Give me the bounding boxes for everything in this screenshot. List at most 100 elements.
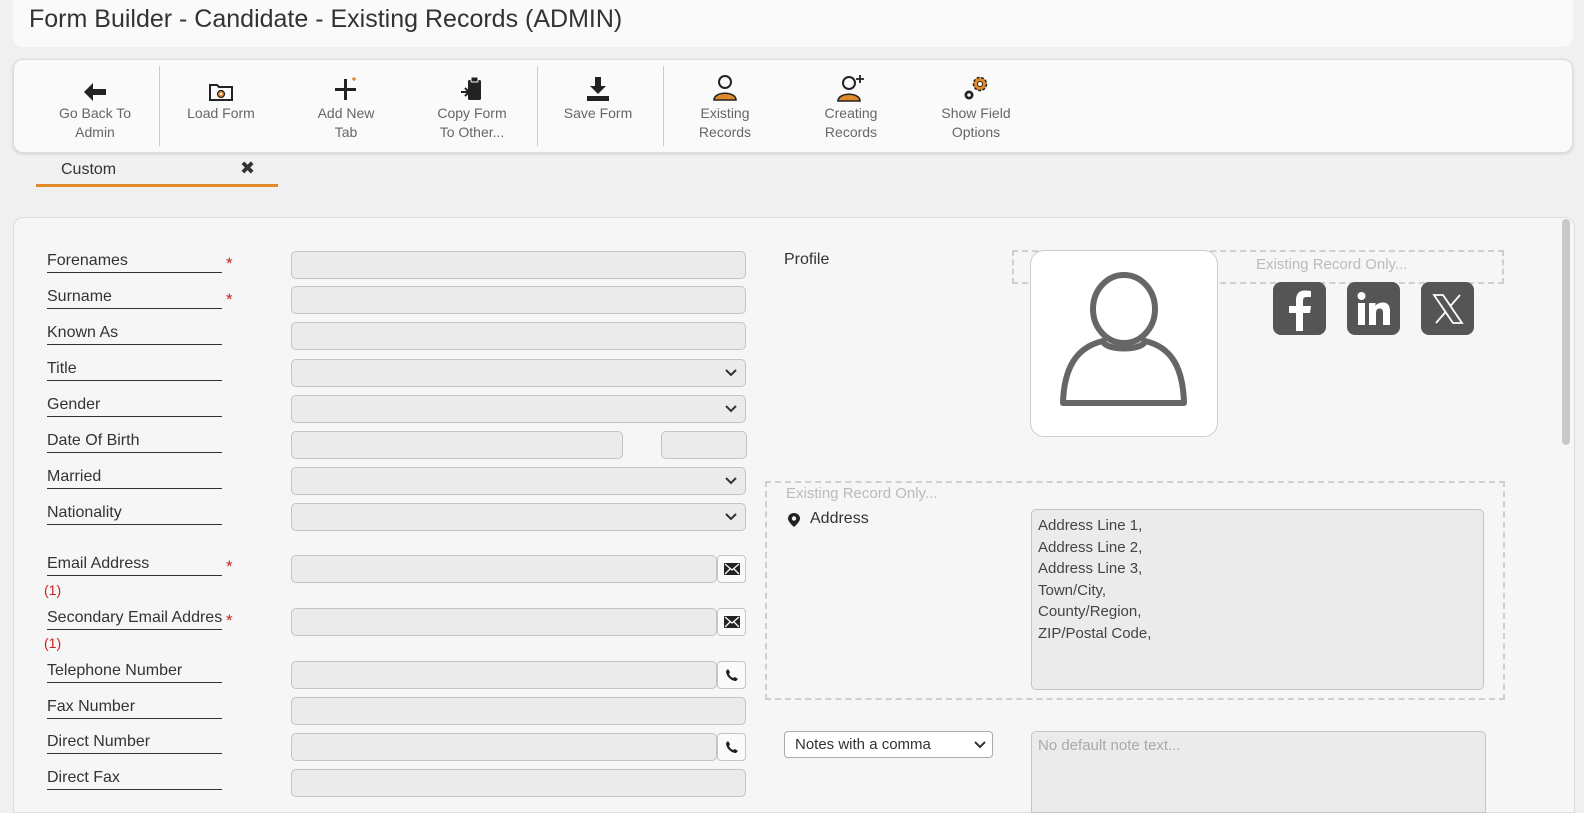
go-back-label-2: Admin bbox=[75, 124, 115, 140]
user-silhouette-icon bbox=[1060, 272, 1187, 406]
field-label-email: Email Address bbox=[47, 555, 222, 576]
chevron-down-icon bbox=[725, 513, 737, 521]
field-label-surname: Surname bbox=[47, 288, 222, 309]
notes-placeholder: No default note text... bbox=[1038, 737, 1181, 754]
tab-custom[interactable]: Custom ✖ bbox=[36, 157, 278, 187]
known-as-input[interactable] bbox=[291, 322, 746, 350]
profile-label: Profile bbox=[784, 251, 830, 268]
required-marker: * bbox=[226, 611, 233, 630]
copy-form-label-2: To Other... bbox=[439, 124, 505, 140]
secondary-email-button[interactable] bbox=[717, 608, 746, 636]
notes-textarea[interactable]: No default note text... bbox=[1031, 731, 1486, 813]
add-tab-label-1: Add New bbox=[317, 105, 375, 121]
map-pin-icon bbox=[788, 513, 800, 527]
direct-number-button[interactable] bbox=[717, 733, 746, 761]
field-label-secondary-email: Secondary Email Address bbox=[47, 609, 222, 630]
load-form-label: Load Form bbox=[187, 105, 255, 121]
field-label-direct-fax: Direct Fax bbox=[47, 769, 222, 790]
notes-select[interactable]: Notes with a comma bbox=[784, 731, 993, 758]
envelope-icon bbox=[723, 563, 740, 575]
fax-input[interactable] bbox=[291, 697, 746, 725]
dob-date-input[interactable] bbox=[291, 431, 623, 459]
field-label-fax: Fax Number bbox=[47, 698, 222, 719]
required-marker: * bbox=[226, 290, 233, 309]
field-label-known-as: Known As bbox=[47, 324, 222, 345]
field-label-dob: Date Of Birth bbox=[47, 432, 222, 453]
gears-icon bbox=[964, 76, 988, 100]
surname-input[interactable] bbox=[291, 286, 746, 314]
toolbar-divider bbox=[663, 66, 664, 146]
go-back-button[interactable]: Go Back To Admin bbox=[35, 68, 155, 146]
plus-icon bbox=[335, 77, 356, 100]
field-label-nationality: Nationality bbox=[47, 504, 222, 525]
email-input[interactable] bbox=[291, 555, 717, 583]
creating-records-button[interactable]: Creating Records bbox=[791, 68, 911, 146]
close-icon[interactable]: ✖ bbox=[240, 158, 255, 179]
gender-select[interactable] bbox=[291, 395, 746, 423]
chevron-down-icon bbox=[725, 477, 737, 485]
envelope-icon bbox=[723, 616, 740, 628]
folder-gear-icon bbox=[209, 84, 233, 101]
arrow-left-icon bbox=[84, 83, 106, 101]
creating-records-label-1: Creating bbox=[824, 105, 878, 121]
go-back-label-1: Go Back To bbox=[58, 105, 132, 121]
clipboard-copy-icon bbox=[461, 76, 481, 100]
load-form-button[interactable]: Load Form bbox=[161, 68, 281, 146]
tab-custom-label: Custom bbox=[61, 161, 117, 178]
duplicate-marker: (1) bbox=[44, 582, 62, 598]
copy-form-button[interactable]: Copy Form To Other... bbox=[412, 68, 532, 146]
forenames-input[interactable] bbox=[291, 251, 746, 279]
person-add-icon bbox=[837, 75, 864, 102]
required-marker: * bbox=[226, 557, 233, 576]
phone-icon bbox=[725, 669, 738, 681]
save-form-button[interactable]: Save Form bbox=[538, 68, 658, 146]
email-button[interactable] bbox=[717, 555, 746, 583]
telephone-input[interactable] bbox=[291, 661, 717, 689]
scrollbar[interactable] bbox=[1562, 219, 1570, 445]
copy-form-label-1: Copy Form bbox=[437, 105, 507, 121]
nationality-select[interactable] bbox=[291, 503, 746, 531]
existing-records-button[interactable]: Existing Records bbox=[665, 68, 785, 146]
show-field-options-label-1: Show Field bbox=[941, 105, 1011, 121]
existing-record-only-label: Existing Record Only... bbox=[786, 485, 938, 502]
chevron-down-icon bbox=[725, 369, 737, 377]
required-marker: * bbox=[226, 254, 233, 273]
chevron-down-icon bbox=[725, 405, 737, 413]
duplicate-marker: (1) bbox=[44, 635, 62, 651]
facebook-icon[interactable] bbox=[1273, 282, 1326, 335]
dob-secondary-input[interactable] bbox=[661, 431, 747, 459]
field-label-gender: Gender bbox=[47, 396, 222, 417]
x-twitter-icon[interactable] bbox=[1421, 282, 1474, 335]
address-textarea[interactable]: Address Line 1, Address Line 2, Address … bbox=[1031, 509, 1484, 690]
toolbar-divider bbox=[159, 66, 160, 146]
field-label-direct-number: Direct Number bbox=[47, 733, 222, 754]
existing-record-only-label: Existing Record Only... bbox=[1256, 256, 1408, 273]
field-label-telephone: Telephone Number bbox=[47, 662, 222, 683]
field-label-married: Married bbox=[47, 468, 222, 489]
creating-records-label-2: Records bbox=[824, 124, 878, 140]
field-label-forenames: Forenames bbox=[47, 252, 222, 273]
direct-number-input[interactable] bbox=[291, 733, 717, 761]
person-icon bbox=[713, 75, 737, 101]
download-icon bbox=[587, 77, 609, 101]
title-select[interactable] bbox=[291, 359, 746, 387]
existing-records-label-2: Records bbox=[698, 124, 752, 140]
direct-fax-input[interactable] bbox=[291, 769, 746, 797]
avatar[interactable] bbox=[1030, 250, 1218, 437]
phone-icon bbox=[725, 741, 738, 753]
chevron-down-icon bbox=[974, 741, 986, 749]
married-select[interactable] bbox=[291, 467, 746, 495]
field-label-title: Title bbox=[47, 360, 222, 381]
notes-select-value: Notes with a comma bbox=[795, 736, 931, 753]
secondary-email-input[interactable] bbox=[291, 608, 717, 636]
toolbar: Go Back To Admin Load Form Add New Tab C… bbox=[13, 59, 1573, 153]
add-tab-label-2: Tab bbox=[334, 124, 358, 140]
save-form-label: Save Form bbox=[563, 105, 633, 121]
page-title: Form Builder - Candidate - Existing Reco… bbox=[29, 5, 623, 33]
existing-records-label-1: Existing bbox=[700, 105, 750, 121]
address-label: Address bbox=[810, 510, 869, 527]
linkedin-icon[interactable] bbox=[1347, 282, 1400, 335]
show-field-options-button[interactable]: Show Field Options bbox=[916, 68, 1036, 146]
add-new-tab-button[interactable]: Add New Tab bbox=[286, 68, 406, 146]
telephone-button[interactable] bbox=[717, 661, 746, 689]
